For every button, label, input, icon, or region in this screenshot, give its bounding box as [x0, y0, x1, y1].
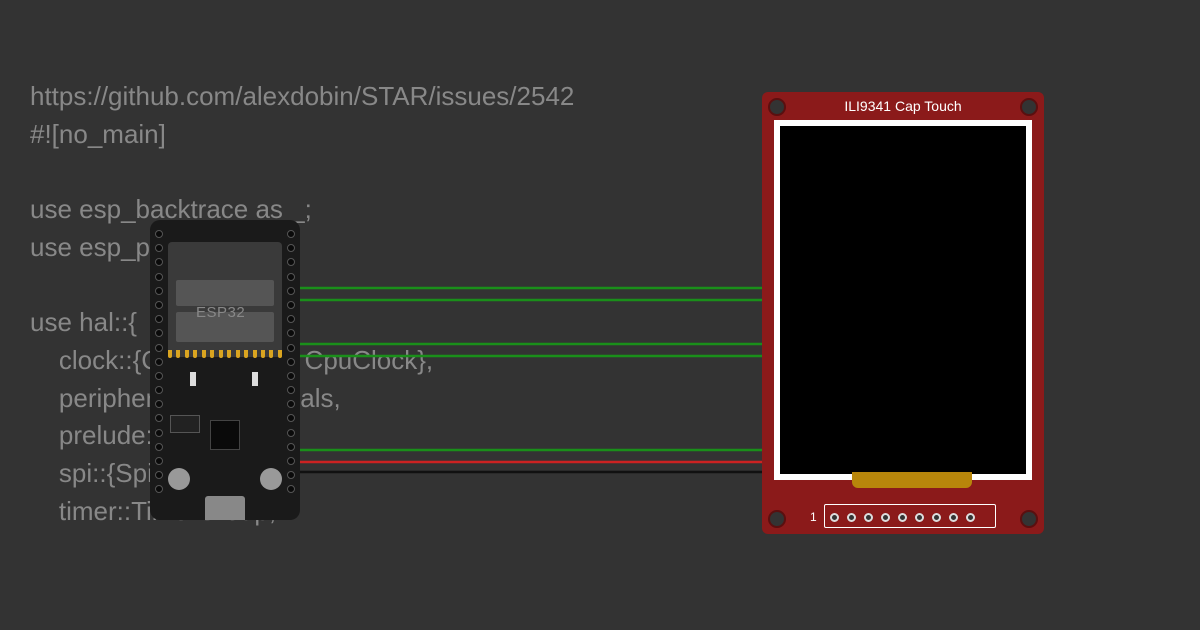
display-pin[interactable] [847, 513, 856, 522]
esp32-pin[interactable] [287, 230, 295, 238]
esp32-pin[interactable] [287, 244, 295, 252]
esp32-pin[interactable] [287, 344, 295, 352]
esp32-switch [170, 415, 200, 433]
esp32-pin[interactable] [287, 386, 295, 394]
code-background-text: https://github.com/alexdobin/STAR/issues… [30, 78, 574, 530]
esp32-pin[interactable] [287, 485, 295, 493]
esp32-pin[interactable] [287, 315, 295, 323]
esp32-pin[interactable] [287, 301, 295, 309]
display-pin[interactable] [830, 513, 839, 522]
esp32-pin[interactable] [155, 258, 163, 266]
esp32-pin[interactable] [155, 358, 163, 366]
esp32-pin[interactable] [155, 287, 163, 295]
esp32-pin[interactable] [155, 301, 163, 309]
esp32-pin[interactable] [287, 329, 295, 337]
esp32-pin[interactable] [155, 244, 163, 252]
esp32-pin[interactable] [155, 344, 163, 352]
esp32-pin[interactable] [155, 471, 163, 479]
display-pin1-marker: 1 [810, 510, 817, 524]
display-screen[interactable] [780, 126, 1026, 474]
display-board-label: ILI9341 Cap Touch [762, 98, 1044, 114]
display-pin[interactable] [966, 513, 975, 522]
esp32-pin[interactable] [287, 471, 295, 479]
esp32-pin[interactable] [287, 429, 295, 437]
esp32-pin[interactable] [155, 414, 163, 422]
display-pin[interactable] [864, 513, 873, 522]
esp32-devkit-board[interactable]: ESP32 [150, 220, 300, 520]
esp32-led-icon [190, 372, 196, 386]
esp32-led-icon [252, 372, 258, 386]
esp32-pin[interactable] [155, 386, 163, 394]
esp32-pin[interactable] [155, 443, 163, 451]
esp32-pin[interactable] [155, 485, 163, 493]
display-pin[interactable] [881, 513, 890, 522]
esp32-chip-label: ESP32 [196, 304, 245, 321]
esp32-rf-shield: ESP32 [168, 242, 282, 357]
esp32-pin[interactable] [155, 457, 163, 465]
esp32-pin[interactable] [155, 315, 163, 323]
esp32-pin[interactable] [287, 258, 295, 266]
mount-hole-icon [768, 510, 786, 528]
display-bezel [774, 120, 1032, 480]
esp32-pin[interactable] [287, 358, 295, 366]
esp32-enable-button[interactable] [260, 468, 282, 490]
esp32-regulator-chip [210, 420, 240, 450]
esp32-pin[interactable] [287, 443, 295, 451]
esp32-pin[interactable] [287, 457, 295, 465]
esp32-boot-button[interactable] [168, 468, 190, 490]
esp32-module-castellations [168, 350, 282, 358]
esp32-pin[interactable] [287, 287, 295, 295]
esp32-pin-header-left[interactable] [155, 230, 163, 493]
display-pin-header[interactable] [830, 513, 975, 522]
ili9341-display-board[interactable]: ILI9341 Cap Touch 1 [762, 92, 1044, 534]
esp32-pin[interactable] [287, 414, 295, 422]
display-pin[interactable] [949, 513, 958, 522]
display-pin[interactable] [898, 513, 907, 522]
esp32-pin-header-right[interactable] [287, 230, 295, 493]
esp32-pin[interactable] [155, 400, 163, 408]
esp32-pin[interactable] [155, 230, 163, 238]
display-pin[interactable] [932, 513, 941, 522]
display-pin[interactable] [915, 513, 924, 522]
esp32-pin[interactable] [155, 372, 163, 380]
esp32-pin[interactable] [155, 329, 163, 337]
esp32-pin[interactable] [287, 372, 295, 380]
esp32-pin[interactable] [287, 400, 295, 408]
esp32-usb-port-icon [205, 496, 245, 520]
esp32-pin[interactable] [155, 429, 163, 437]
esp32-pin[interactable] [155, 273, 163, 281]
mount-hole-icon [1020, 510, 1038, 528]
display-flex-cable-icon [852, 472, 972, 488]
esp32-pin[interactable] [287, 273, 295, 281]
